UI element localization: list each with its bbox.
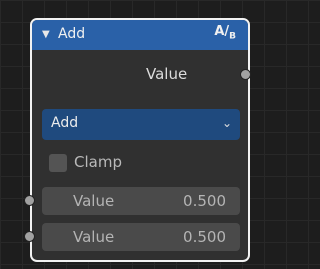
field-label: Value	[73, 228, 115, 246]
node-title: Add	[58, 26, 86, 42]
input-socket-1[interactable]	[24, 195, 35, 206]
collapse-arrow-icon[interactable]: ▼	[42, 29, 50, 40]
field-value: 0.500	[183, 228, 226, 246]
input-value-field-2[interactable]: Value 0.500	[42, 223, 240, 251]
chevron-down-icon: ⌄	[221, 116, 232, 130]
input-socket-2[interactable]	[24, 231, 35, 242]
output-label: Value	[146, 65, 188, 83]
clamp-checkbox[interactable]	[49, 154, 67, 172]
field-label: Value	[73, 192, 115, 210]
operation-dropdown[interactable]: Add ⌄	[42, 109, 240, 140]
clamp-label[interactable]: Clamp	[74, 153, 122, 171]
node-header[interactable]: ▼ Add A/B	[32, 20, 248, 50]
field-value: 0.500	[183, 192, 226, 210]
operation-label: Add	[51, 115, 79, 131]
input-value-field-1[interactable]: Value 0.500	[42, 187, 240, 215]
math-node[interactable]: ▼ Add A/B Value Add ⌄ Clamp Value 0.500 …	[24, 18, 251, 262]
math-type-icon: A/B	[214, 24, 236, 42]
output-socket[interactable]	[240, 69, 251, 80]
